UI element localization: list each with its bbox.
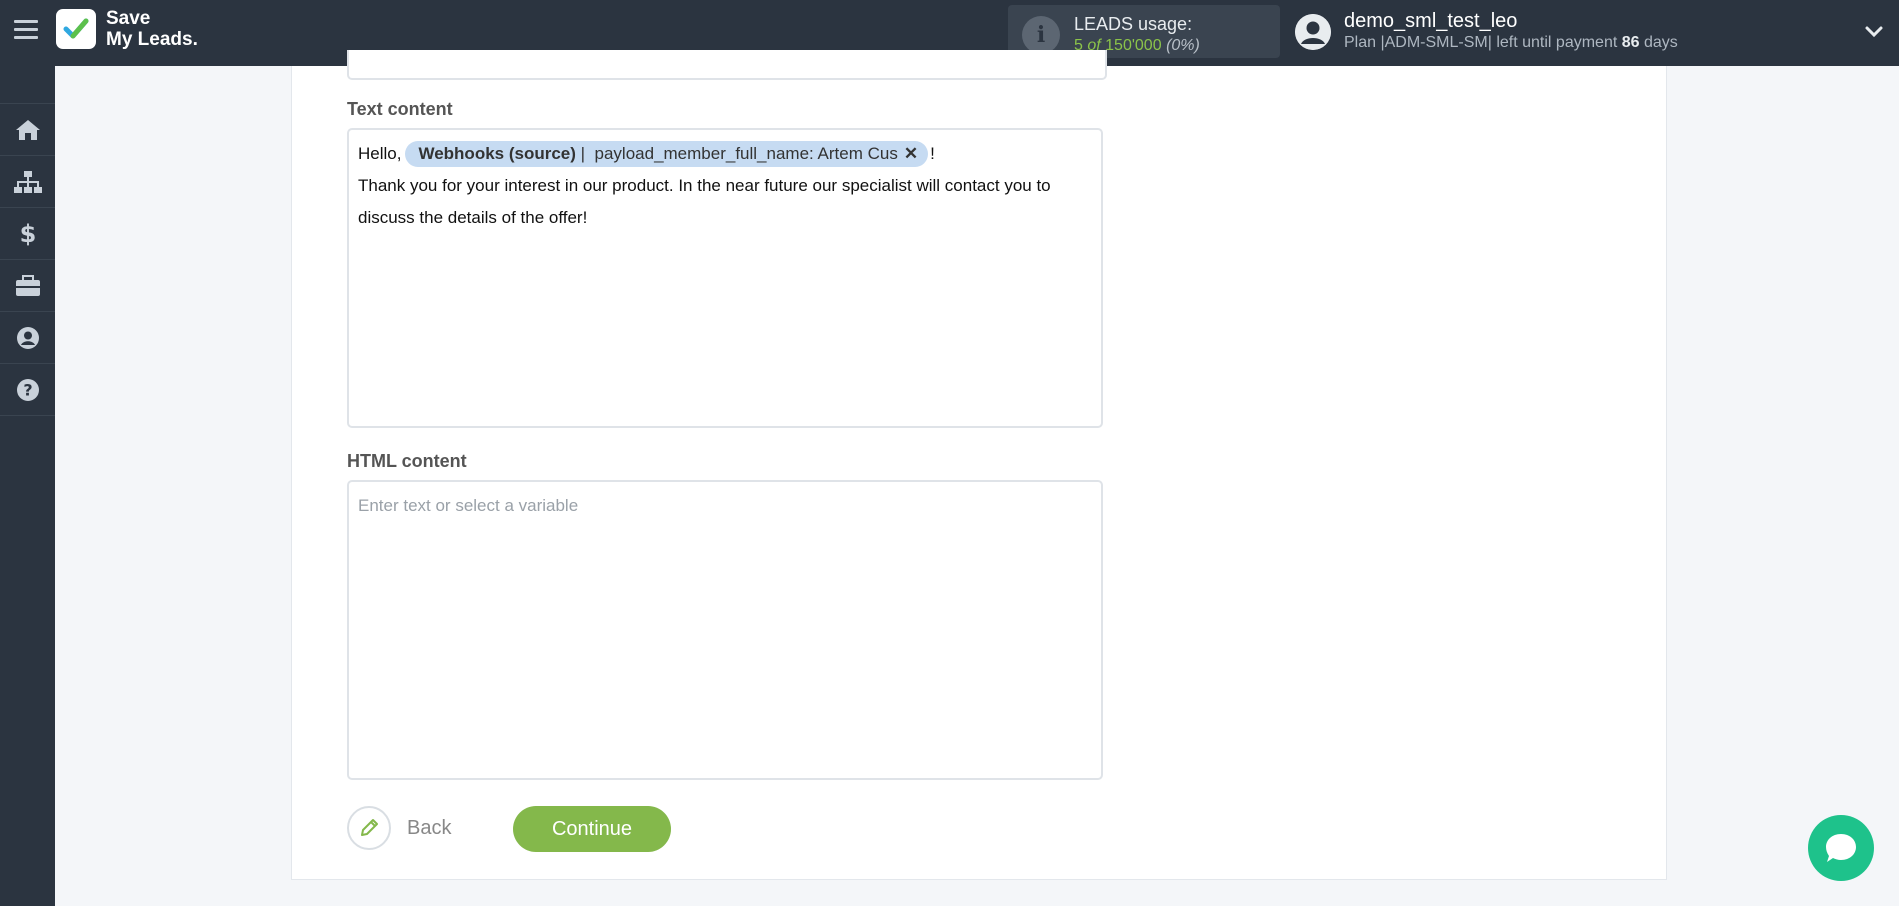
chip-separator: |: [580, 144, 586, 163]
chip-remove-icon[interactable]: ✕: [904, 144, 918, 163]
text-content-label: Text content: [347, 99, 453, 119]
sidebar-item-account[interactable]: [0, 312, 55, 364]
back-label: Back: [407, 816, 452, 839]
variable-chip[interactable]: Webhooks (source) | payload_member_full_…: [405, 141, 929, 167]
svg-text:?: ?: [23, 380, 32, 399]
text-content-field[interactable]: Hello, Webhooks (source) | payload_member…: [347, 128, 1103, 428]
info-icon: i: [1022, 16, 1060, 54]
chip-source: Webhooks (source): [418, 144, 576, 163]
usage-limit: 150'000: [1105, 37, 1162, 54]
usage-percent: (0%): [1166, 37, 1200, 54]
chip-field: payload_member_full_name: Artem Cus: [594, 144, 898, 163]
greeting-text: Hello,: [358, 144, 402, 163]
previous-field-bottom[interactable]: [347, 50, 1107, 80]
home-icon: [15, 119, 40, 140]
username[interactable]: demo_sml_test_leo: [1344, 10, 1517, 33]
usage-title: LEADS usage:: [1074, 14, 1193, 34]
chat-icon[interactable]: [1808, 815, 1874, 881]
sidebar: $ ?: [0, 66, 55, 906]
chevron-down-icon[interactable]: [1864, 22, 1884, 47]
body-text: Thank you for your interest in our produ…: [358, 176, 1051, 227]
sidebar-item-services[interactable]: [0, 260, 55, 312]
menu-icon[interactable]: [14, 20, 38, 44]
briefcase-icon: [15, 274, 40, 296]
logo-line-1: Save: [106, 8, 151, 29]
sidebar-item-home[interactable]: [0, 103, 55, 156]
sidebar-item-connections[interactable]: [0, 156, 55, 208]
back-button[interactable]: Back: [347, 806, 451, 850]
plan-suffix: days: [1644, 34, 1678, 51]
plan-info: Plan |ADM-SML-SM| left until payment 86 …: [1344, 34, 1678, 52]
plan-days: 86: [1621, 34, 1640, 51]
sidebar-item-help[interactable]: ?: [0, 364, 55, 416]
sidebar-item-billing[interactable]: $: [0, 208, 55, 260]
svg-text:$: $: [19, 221, 36, 247]
plan-prefix: Plan |ADM-SML-SM| left until payment: [1344, 34, 1618, 51]
logo-icon[interactable]: [56, 9, 96, 49]
user-circle-icon: [16, 326, 39, 349]
pencil-icon: [347, 806, 391, 850]
logo-line-2: My Leads.: [106, 29, 198, 50]
avatar-icon[interactable]: [1295, 14, 1331, 50]
logo-text[interactable]: Save My Leads.: [106, 8, 198, 50]
html-content-label: HTML content: [347, 451, 467, 471]
dollar-icon: $: [19, 221, 36, 247]
html-content-placeholder: Enter text or select a variable: [358, 496, 579, 515]
question-circle-icon: ?: [16, 378, 39, 401]
sitemap-icon: [13, 170, 42, 193]
continue-button[interactable]: Continue: [513, 806, 671, 852]
exclamation-text: !: [930, 144, 935, 163]
html-content-field[interactable]: Enter text or select a variable: [347, 480, 1103, 780]
